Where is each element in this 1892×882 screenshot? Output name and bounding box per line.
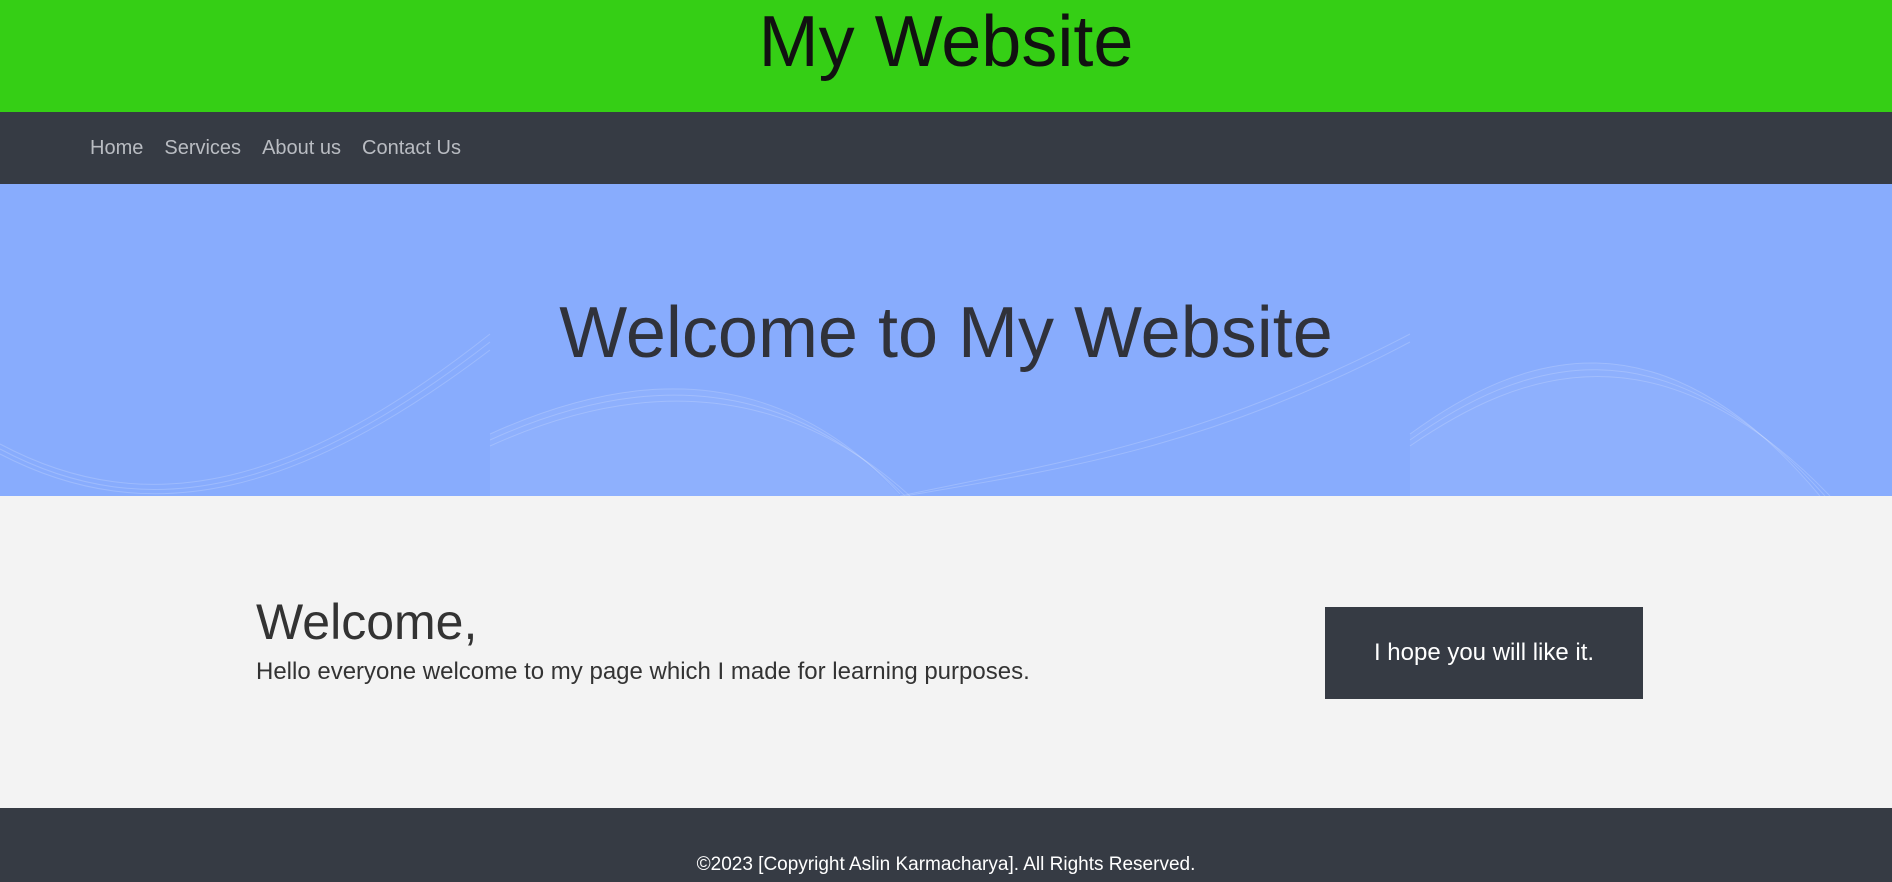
nav-link-about-us[interactable]: About us (262, 137, 341, 160)
welcome-text: Hello everyone welcome to my page which … (256, 658, 1030, 685)
hero-banner: Welcome to My Website (0, 184, 1892, 496)
hero-title: Welcome to My Website (559, 293, 1333, 373)
site-header: My Website (0, 0, 1892, 112)
callout-box: I hope you will like it. (1325, 607, 1643, 699)
nav-link-home[interactable]: Home (90, 137, 143, 160)
welcome-heading: Welcome, (256, 594, 478, 650)
main-content: Welcome, Hello everyone welcome to my pa… (0, 496, 1892, 808)
copyright-text: ©2023 [Copyright Aslin Karmacharya]. All… (696, 854, 1196, 875)
site-title: My Website (758, 2, 1134, 82)
site-footer: ©2023 [Copyright Aslin Karmacharya]. All… (0, 808, 1892, 882)
main-nav: Home Services About us Contact Us (0, 112, 1892, 184)
nav-link-services[interactable]: Services (164, 137, 241, 160)
nav-link-contact-us[interactable]: Contact Us (362, 137, 461, 160)
welcome-block: Welcome, Hello everyone welcome to my pa… (256, 594, 1030, 686)
